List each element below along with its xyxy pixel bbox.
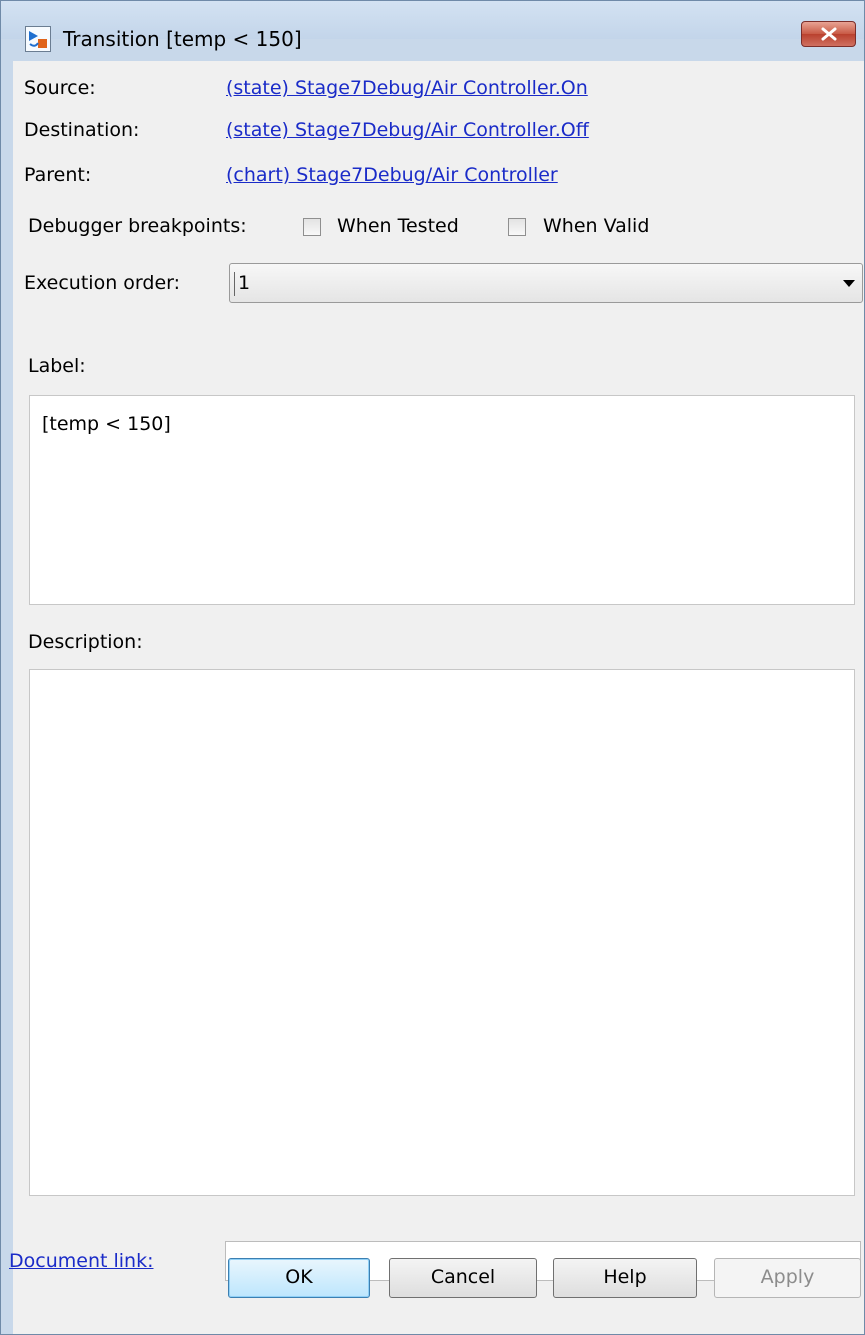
when-valid-checkbox[interactable]	[508, 218, 526, 236]
when-tested-label[interactable]: When Tested	[337, 214, 459, 238]
source-link[interactable]: (state) Stage7Debug/Air Controller.On	[226, 76, 588, 100]
when-tested-checkbox[interactable]	[303, 218, 321, 236]
parent-label: Parent:	[24, 164, 92, 186]
parent-link[interactable]: (chart) Stage7Debug/Air Controller	[226, 163, 558, 187]
combo-divider	[234, 272, 235, 296]
help-button[interactable]: Help	[553, 1258, 697, 1298]
execution-order-select[interactable]: 1	[229, 263, 863, 303]
execution-order-value: 1	[238, 272, 251, 294]
transition-app-icon	[25, 26, 51, 52]
destination-link[interactable]: (state) Stage7Debug/Air Controller.Off	[226, 118, 589, 142]
when-valid-label[interactable]: When Valid	[543, 214, 649, 238]
close-icon	[821, 27, 837, 41]
cancel-button[interactable]: Cancel	[389, 1258, 537, 1298]
description-textarea[interactable]	[29, 669, 855, 1196]
dialog-body: Source: (state) Stage7Debug/Air Controll…	[9, 61, 864, 1334]
ok-button[interactable]: OK	[228, 1258, 370, 1298]
label-heading: Label:	[28, 355, 86, 377]
apply-button[interactable]: Apply	[714, 1258, 861, 1298]
destination-label: Destination:	[24, 119, 140, 141]
close-button[interactable]	[801, 21, 856, 47]
document-link[interactable]: Document link:	[9, 1249, 153, 1273]
chevron-down-icon	[843, 280, 855, 287]
label-textarea[interactable]: [temp < 150]	[29, 395, 855, 605]
description-heading: Description:	[28, 631, 143, 653]
source-label: Source:	[24, 77, 96, 99]
debugger-breakpoints-label: Debugger breakpoints:	[28, 215, 247, 237]
execution-order-label: Execution order:	[24, 272, 181, 294]
transition-dialog: Transition [temp < 150] Source: (state) …	[0, 0, 865, 1335]
window-title: Transition [temp < 150]	[63, 27, 302, 51]
label-text: [temp < 150]	[42, 413, 171, 435]
